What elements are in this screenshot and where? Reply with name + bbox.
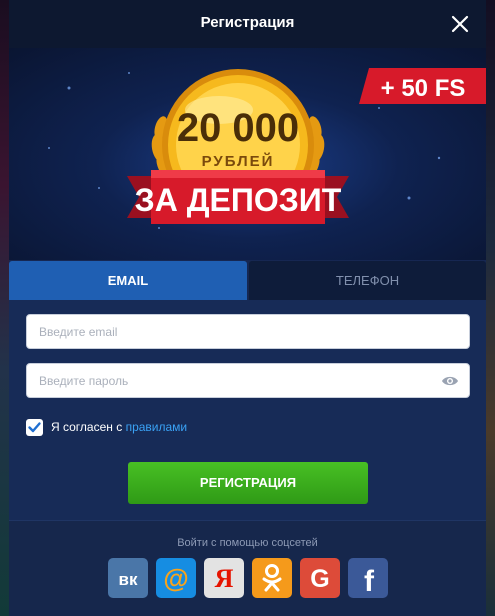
yandex-login-button[interactable]: Я (204, 558, 244, 598)
modal-title: Регистрация (200, 14, 295, 31)
close-icon (451, 15, 469, 33)
modal-header: Регистрация (9, 0, 486, 48)
eye-icon[interactable] (441, 374, 459, 388)
close-button[interactable] (448, 12, 472, 36)
mailru-login-button[interactable]: @ (156, 558, 196, 598)
agree-label: Я согласен с правилами (51, 420, 187, 434)
backdrop-right-edge (486, 0, 495, 616)
password-input[interactable] (27, 364, 441, 397)
odnoklassniki-login-button[interactable] (252, 558, 292, 598)
google-login-button[interactable]: G (300, 558, 340, 598)
registration-modal: Регистрация 20 000 РУБЛЕЙ ЗА ДЕПОЗИТ + 5… (9, 0, 486, 616)
svg-text:f: f (364, 565, 375, 598)
social-login-section: Войти с помощью соцсетей (9, 520, 486, 616)
agree-text: Я согласен с (51, 420, 126, 434)
social-login-title: Войти с помощью соцсетей (177, 537, 318, 549)
mailru-icon: @ (163, 563, 188, 593)
checkmark-icon (28, 422, 41, 433)
password-field-wrapper (26, 363, 470, 398)
facebook-login-button[interactable]: f (348, 558, 388, 598)
vk-login-button[interactable]: вк (108, 558, 148, 598)
tab-phone[interactable]: ТЕЛЕФОН (249, 261, 486, 300)
email-input[interactable] (27, 315, 441, 348)
bonus-amount: 20 000 (177, 106, 299, 150)
promo-graphic: 20 000 РУБЛЕЙ ЗА ДЕПОЗИТ + 50 FS (48, 68, 486, 229)
svg-text:вк: вк (119, 570, 138, 589)
auth-tabs: EMAIL ТЕЛЕФОН (9, 261, 486, 300)
svg-text:@: @ (163, 563, 188, 593)
odnoklassniki-icon (262, 564, 282, 592)
rules-link[interactable]: правилами (126, 420, 188, 434)
register-button[interactable]: РЕГИСТРАЦИЯ (128, 462, 368, 504)
email-field-wrapper (26, 314, 470, 349)
promo-banner: 20 000 РУБЛЕЙ ЗА ДЕПОЗИТ + 50 FS (9, 48, 486, 260)
facebook-icon: f (364, 565, 375, 598)
agree-checkbox[interactable] (26, 419, 43, 436)
google-icon: G (310, 565, 329, 593)
free-spins-badge: + 50 FS (381, 75, 466, 102)
bonus-ribbon-text: ЗА ДЕПОЗИТ (135, 182, 342, 218)
tab-email[interactable]: EMAIL (9, 261, 247, 300)
backdrop-left-edge (0, 0, 9, 616)
vk-icon: вк (119, 570, 138, 589)
svg-text:G: G (310, 565, 329, 593)
yandex-icon: Я (215, 564, 234, 593)
svg-text:Я: Я (215, 564, 234, 593)
bonus-currency: РУБЛЕЙ (202, 152, 275, 170)
